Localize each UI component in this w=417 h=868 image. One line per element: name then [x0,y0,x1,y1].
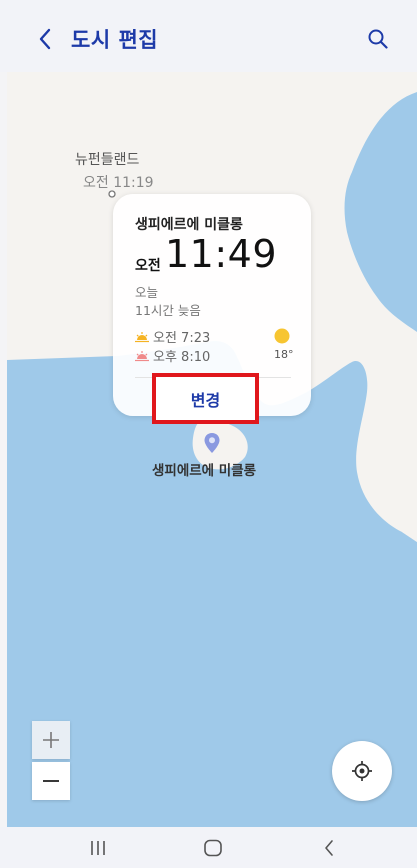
sunrise-time: 오전 7:23 [153,331,211,346]
card-ampm: 오전 [135,258,161,274]
sunrise-icon [135,331,149,342]
recent-apps-button[interactable] [83,837,113,859]
home-button[interactable] [198,837,228,859]
card-time: 11:49 [165,232,278,276]
nearby-city-dot [108,190,116,198]
search-button[interactable] [363,24,393,54]
sun-icon [274,328,290,344]
nearby-city-time: 오전 11:19 [83,175,154,191]
plus-icon [43,732,59,748]
card-day: 오늘 [135,285,159,300]
card-sunset: 오후 8:10 [135,346,210,365]
card-city-name: 생피에르에 미클롱 [135,217,243,233]
system-navbar [0,827,417,868]
crosshair-icon [352,761,372,781]
card-sunrise: 오전 7:23 [135,327,210,346]
pin-label: 생피에르에 미클롱 [152,463,257,479]
app-header: 도시 편집 [0,0,417,72]
zoom-out-button[interactable] [32,762,70,800]
page-title: 도시 편집 [71,28,159,52]
change-button[interactable]: 변경 [152,373,259,424]
my-location-button[interactable] [332,741,392,801]
card-time-difference: 11시간 늦음 [135,303,201,318]
chevron-left-icon [39,28,51,50]
card-temperature: 18° [274,348,294,361]
back-button[interactable] [30,22,60,56]
nearby-city-name: 뉴펀들랜드 [75,152,140,168]
home-icon [204,839,222,857]
recent-apps-icon [91,841,105,855]
minus-icon [43,780,59,782]
zoom-in-button[interactable] [32,721,70,759]
location-pin-icon [204,433,220,453]
back-arrow-icon [325,840,333,856]
sunset-icon [135,350,149,361]
system-back-button[interactable] [314,837,344,859]
sunset-time: 오후 8:10 [153,350,211,365]
search-icon [368,29,388,49]
